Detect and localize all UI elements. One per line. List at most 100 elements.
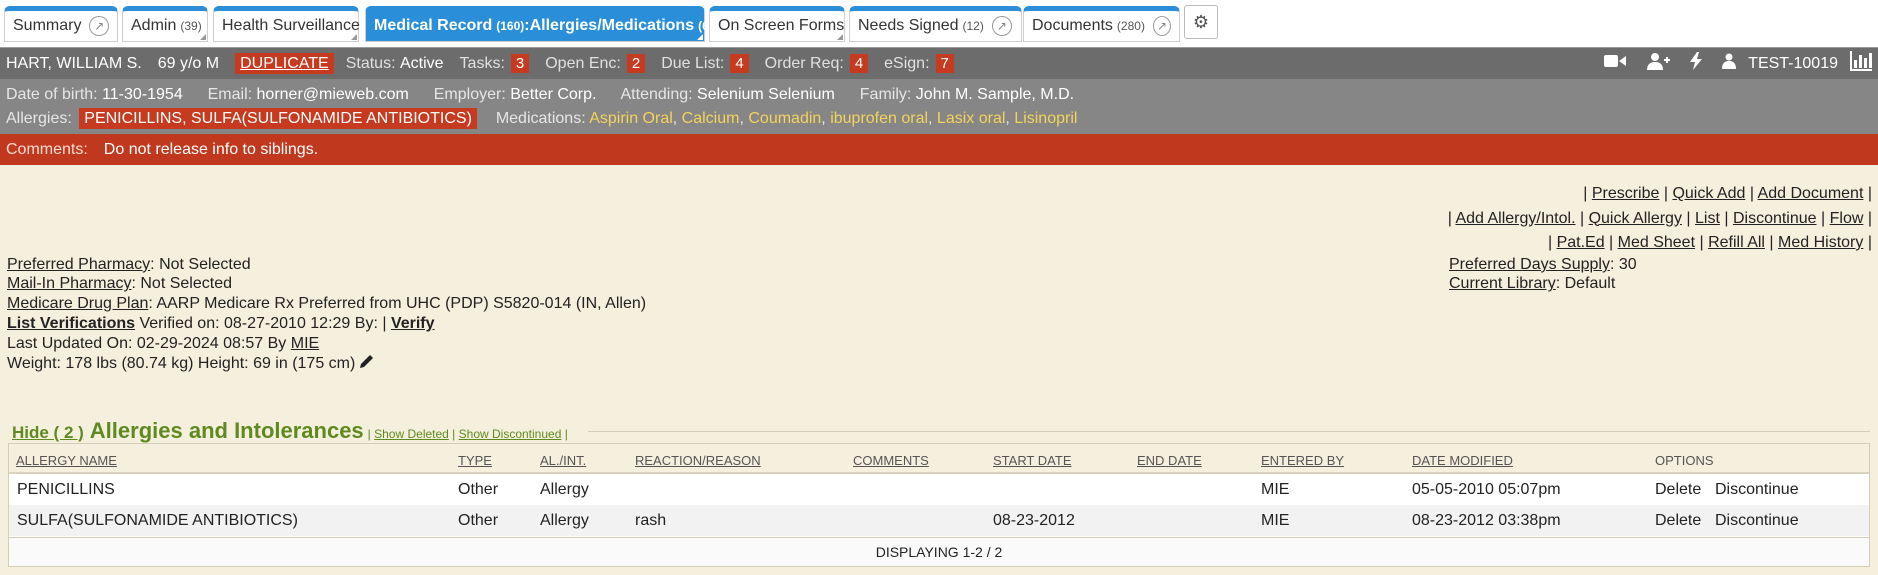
list-link[interactable]: List — [1695, 210, 1720, 227]
pharmacy-info: Preferred Pharmacy: Not Selected Mail-In… — [7, 255, 646, 374]
tab-label: Admin — [131, 17, 177, 34]
type-cell: Other — [458, 512, 499, 529]
list-verifications-link[interactable]: List Verifications — [7, 315, 135, 332]
column-header[interactable]: COMMENTS — [853, 453, 929, 468]
verify-link[interactable]: Verify — [391, 315, 435, 332]
tab-admin[interactable]: Admin (39) — [122, 6, 208, 42]
allergy-name-cell[interactable]: PENICILLINS — [17, 481, 115, 499]
email-label: Email: — [207, 86, 253, 103]
patient-demographics: Date of birth: 11-30-1954 Email: horner@… — [6, 86, 1074, 104]
show-deleted-link[interactable]: Show Deleted — [374, 427, 449, 441]
entered-by-cell: MIE — [1261, 481, 1290, 498]
user-icon[interactable] — [1722, 53, 1737, 74]
tab-label: Documents — [1032, 17, 1113, 34]
add-user-icon[interactable] — [1646, 52, 1671, 75]
allergies-section-title: Allergies and Intolerances — [89, 418, 364, 443]
medication-item[interactable]: ibuprofen oral — [830, 110, 928, 127]
tab-medical-record[interactable]: Medical Record (160) :Allergies/Medicati… — [365, 6, 713, 42]
tab-health-surveillance[interactable]: Health Surveillance — [213, 6, 360, 42]
med-sheet-link[interactable]: Med Sheet — [1618, 234, 1695, 251]
column-header[interactable]: START DATE — [993, 453, 1072, 468]
last-updated-row: Last Updated On: 02-29-2024 08:57 By MIE — [7, 334, 646, 353]
family-label: Family: — [859, 86, 912, 103]
column-header[interactable]: ALLERGY NAME — [16, 453, 117, 468]
patient-bar: HART, WILLIAM S. 69 y/o M DUPLICATE Stat… — [0, 48, 1878, 79]
preferred-days-link[interactable]: Preferred Days Supply — [1449, 256, 1610, 273]
column-header[interactable]: END DATE — [1137, 453, 1202, 468]
attending-label: Attending: — [620, 86, 693, 103]
pat-ed-link[interactable]: Pat.Ed — [1557, 234, 1605, 251]
email-value[interactable]: horner@mieweb.com — [257, 86, 409, 103]
bar-chart-icon[interactable] — [1850, 51, 1872, 76]
tab-count: (280) — [1116, 19, 1145, 33]
column-header[interactable]: REACTION/REASON — [635, 453, 761, 468]
medicare-drug-plan-link[interactable]: Medicare Drug Plan — [7, 295, 148, 312]
allergies-table: ALLERGY NAME TYPE AL./INT. REACTION/REAS… — [8, 443, 1870, 567]
table-row[interactable]: SULFA(SULFONAMIDE ANTIBIOTICS) Other All… — [9, 505, 1869, 536]
delete-button[interactable]: Delete — [1655, 512, 1701, 530]
add-document-link[interactable]: Add Document — [1758, 185, 1864, 202]
tab-summary[interactable]: Summary ↗ — [4, 6, 118, 42]
prescribe-link[interactable]: Prescribe — [1592, 185, 1660, 202]
attending-value: Selenium Selenium — [697, 86, 835, 103]
tasks-label[interactable]: Tasks: — [460, 55, 505, 73]
popout-icon[interactable]: ↗ — [991, 16, 1012, 36]
pencil-icon[interactable] — [359, 355, 374, 372]
last-updated-by-link[interactable]: MIE — [291, 335, 319, 352]
flow-link[interactable]: Flow — [1830, 210, 1864, 227]
tab-on-screen-forms[interactable]: On Screen Forms — [709, 6, 845, 42]
table-row[interactable]: PENICILLINS Other Allergy MIE 05-05-2010… — [9, 474, 1869, 505]
refill-all-link[interactable]: Refill All — [1708, 234, 1765, 251]
discontinue-link[interactable]: Discontinue — [1733, 210, 1817, 227]
preferred-pharmacy-link[interactable]: Preferred Pharmacy — [7, 256, 150, 273]
due-list-label[interactable]: Due List: — [661, 55, 724, 73]
settings-gear-button[interactable]: ⚙ — [1184, 5, 1218, 39]
esign-count-badge[interactable]: 7 — [935, 54, 954, 73]
quick-add-link[interactable]: Quick Add — [1672, 185, 1745, 202]
medication-item[interactable]: Lisinopril — [1014, 110, 1077, 127]
medication-item[interactable]: Coumadin — [748, 110, 821, 127]
duplicate-badge[interactable]: DUPLICATE — [235, 53, 334, 74]
mailin-pharmacy-link[interactable]: Mail-In Pharmacy — [7, 275, 131, 292]
mailin-pharmacy-row: Mail-In Pharmacy: Not Selected — [7, 274, 646, 293]
current-library-row: Current Library: Default — [1449, 274, 1637, 293]
column-header[interactable]: DATE MODIFIED — [1412, 453, 1513, 468]
open-enc-count-badge[interactable]: 2 — [626, 54, 646, 73]
esign-label[interactable]: eSign: — [884, 55, 929, 73]
video-camera-icon[interactable] — [1604, 53, 1627, 74]
lightning-icon[interactable] — [1690, 52, 1703, 75]
supply-info: Preferred Days Supply: 30 Current Librar… — [1449, 255, 1637, 294]
order-req-label[interactable]: Order Req: — [765, 55, 844, 73]
tab-needs-signed[interactable]: Needs Signed (12) ↗ — [849, 6, 1022, 42]
popout-icon[interactable]: ↗ — [1152, 16, 1171, 36]
discontinue-button[interactable]: Discontinue — [1715, 512, 1799, 530]
open-enc-label[interactable]: Open Enc: — [545, 55, 621, 73]
show-discontinued-link[interactable]: Show Discontinued — [459, 427, 562, 441]
comments-text: Do not release info to siblings. — [103, 140, 319, 158]
popout-icon[interactable]: ↗ — [89, 16, 109, 36]
due-list-count-badge[interactable]: 4 — [730, 54, 749, 73]
add-allergy-link[interactable]: Add Allergy/Intol. — [1455, 210, 1575, 227]
quick-allergy-link[interactable]: Quick Allergy — [1589, 210, 1682, 227]
column-header[interactable]: AL./INT. — [540, 453, 586, 468]
column-header[interactable]: ENTERED BY — [1261, 453, 1344, 468]
corner-icon — [200, 34, 206, 40]
column-header[interactable]: TYPE — [458, 453, 492, 468]
med-history-link[interactable]: Med History — [1778, 234, 1863, 251]
alint-cell: Allergy — [540, 512, 589, 529]
column-header: OPTIONS — [1655, 453, 1714, 468]
action-links-row: | Add Allergy/Intol. | Quick Allergy | L… — [1447, 209, 1872, 227]
delete-button[interactable]: Delete — [1655, 481, 1701, 499]
medication-item[interactable]: Calcium — [682, 110, 740, 127]
tasks-count-badge[interactable]: 3 — [510, 54, 530, 73]
entered-by-cell: MIE — [1261, 512, 1290, 529]
tab-documents[interactable]: Documents (280) ↗ — [1023, 6, 1180, 42]
discontinue-button[interactable]: Discontinue — [1715, 481, 1799, 499]
order-req-count-badge[interactable]: 4 — [849, 54, 869, 73]
allergy-name-cell[interactable]: SULFA(SULFONAMIDE ANTIBIOTICS) — [17, 512, 298, 530]
current-library-link[interactable]: Current Library — [1449, 275, 1556, 292]
medication-item[interactable]: Aspirin Oral — [589, 110, 673, 127]
allergies-badge[interactable]: PENICILLINS, SULFA(SULFONAMIDE ANTIBIOTI… — [79, 108, 477, 129]
medication-item[interactable]: Lasix oral — [937, 110, 1005, 127]
hide-allergies-link[interactable]: Hide ( 2 ) — [12, 423, 84, 443]
